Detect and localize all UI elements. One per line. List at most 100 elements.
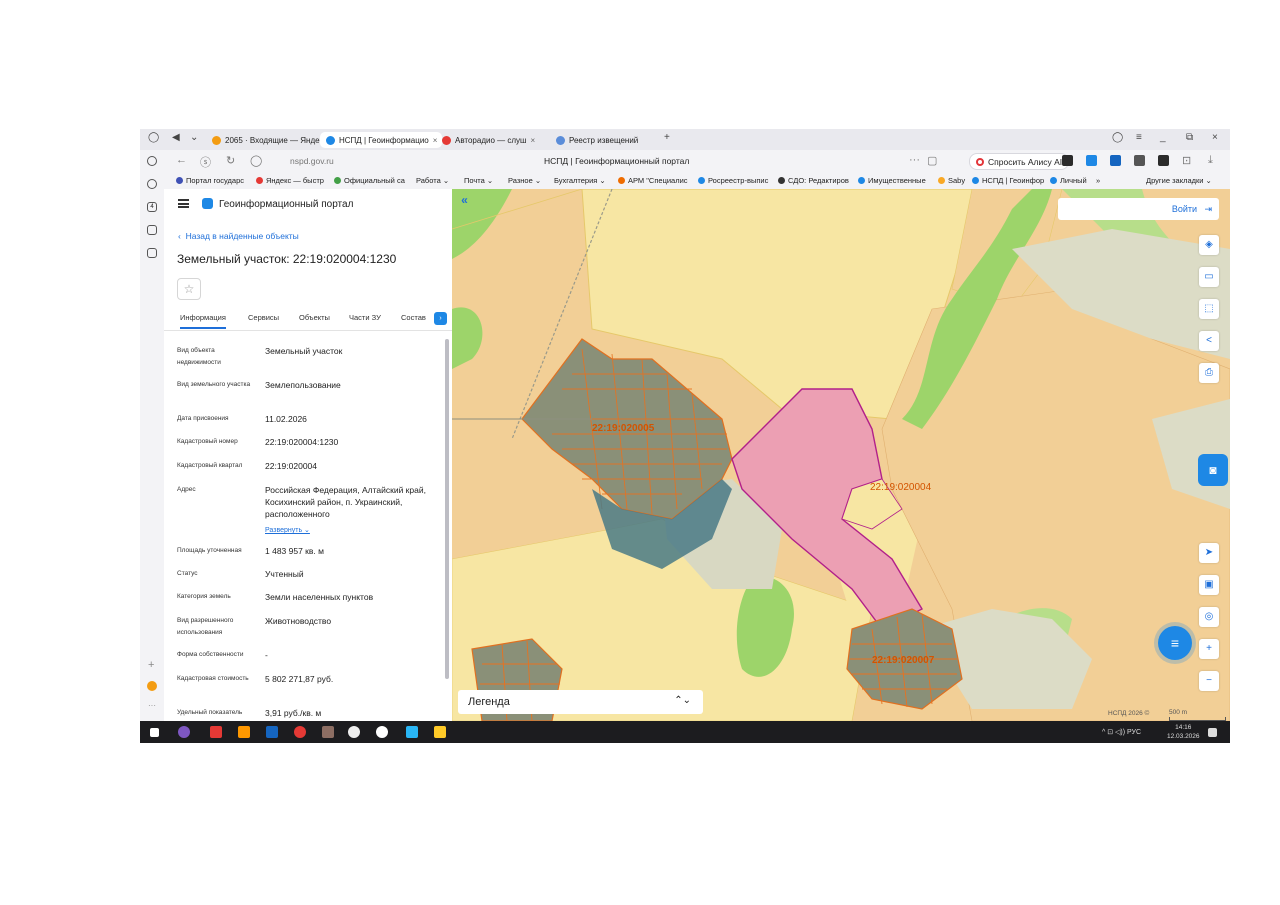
ask-alice-button[interactable]: Спросить Алису AI [969, 153, 1070, 170]
extension-icon[interactable] [1134, 155, 1145, 166]
bookmark-label: СДО: Редактиров [788, 176, 849, 185]
property-value: 5 802 271,87 руб. [265, 674, 334, 684]
tab-services[interactable]: Сервисы [248, 313, 279, 322]
extension-icon[interactable] [1110, 155, 1121, 166]
share-icon[interactable]: < [1199, 331, 1219, 351]
telegram-icon[interactable] [406, 726, 418, 738]
collapse-panel-icon[interactable]: « [456, 193, 473, 210]
bookmark-folder[interactable]: Разное ⌄ [508, 176, 541, 185]
word-icon[interactable] [266, 726, 278, 738]
map-view[interactable]: 22:19:020005 22:19:020004 22:19:020007 «… [452, 189, 1230, 721]
bookmark-item[interactable]: Личный [1050, 176, 1087, 185]
bookmark-icon [334, 177, 341, 184]
bookmark-item[interactable]: СДО: Редактиров [778, 176, 849, 185]
tab-information[interactable]: Информация [180, 313, 226, 329]
app-icon[interactable] [322, 726, 334, 738]
scale-label: 500 m [1169, 709, 1188, 716]
zoom-out-button[interactable]: − [1199, 671, 1219, 691]
mail-icon[interactable] [147, 681, 157, 691]
legend-panel[interactable]: Легенда ⌃⌄ [458, 690, 703, 714]
select-area-icon[interactable]: ⬚ [1199, 299, 1219, 319]
url-field[interactable]: nspd.gov.ru [290, 156, 334, 166]
notes-icon[interactable] [147, 248, 157, 258]
tab-avtoradio[interactable]: Авторадио — слуш × [436, 132, 556, 148]
tabs-next-button[interactable]: › [434, 312, 447, 325]
registry-icon [556, 135, 565, 145]
map-canvas[interactable]: 22:19:020005 22:19:020004 22:19:020007 [452, 189, 1230, 721]
back-to-results-link[interactable]: ‹ Назад в найденные объекты [178, 231, 299, 241]
app-icon[interactable] [434, 726, 446, 738]
bookmark-item[interactable]: НСПД | Геоинфор [972, 176, 1044, 185]
tablet-icon[interactable]: ⊡ [1182, 154, 1191, 167]
app-icon[interactable] [210, 726, 222, 738]
tab-objects[interactable]: Объекты [299, 313, 330, 322]
menu-icon[interactable]: ≡ [1136, 132, 1142, 143]
app-icon[interactable] [376, 726, 388, 738]
layers-icon[interactable]: ◈ [1199, 235, 1219, 255]
location-pin-icon[interactable]: ◎ [1199, 607, 1219, 627]
new-tab-button[interactable]: + [664, 132, 670, 143]
expand-address-link[interactable]: Развернуть ⌄ [265, 526, 310, 534]
sound-icon[interactable]: ◀ [172, 132, 180, 143]
yandex-icon[interactable] [294, 726, 306, 738]
close-icon[interactable]: × [530, 136, 535, 145]
minimize-icon[interactable]: _ [1160, 132, 1166, 143]
collections-icon[interactable]: 4 [147, 202, 157, 212]
bookmark-item[interactable]: Официальный са [334, 176, 405, 185]
restore-icon[interactable]: ⧉ [1186, 132, 1193, 143]
tabs-menu-icon[interactable]: ⌄ [190, 132, 198, 143]
bookmark-folder[interactable]: Работа ⌄ [416, 176, 449, 185]
add-icon[interactable]: + [148, 659, 154, 671]
start-icon[interactable] [150, 728, 159, 737]
bookmark-folder[interactable]: Почта ⌄ [464, 176, 493, 185]
bookmark-item[interactable]: Saby [938, 176, 965, 185]
minimap-icon[interactable]: ▣ [1199, 575, 1219, 595]
bookmark-item[interactable]: Портал государс [176, 176, 244, 185]
system-tray[interactable]: ^ ⊡ ◁)) РУС [1102, 728, 1141, 736]
profile-icon[interactable]: ◯ [148, 132, 159, 143]
app-icon[interactable] [178, 726, 190, 738]
tab-mail[interactable]: 2065 · Входящие — Яндекс [206, 132, 326, 148]
downloads-icon[interactable] [147, 179, 157, 189]
more-icon[interactable]: ··· [148, 701, 156, 710]
close-window-icon[interactable]: × [1212, 132, 1218, 143]
back-icon[interactable]: ← [176, 154, 187, 166]
login-button[interactable]: Войти ⇥ [1058, 198, 1219, 220]
yandex-browser-icon[interactable] [348, 726, 360, 738]
chat-icon[interactable]: ◙ [1198, 454, 1228, 486]
zoom-in-button[interactable]: + [1199, 639, 1219, 659]
extension-icon[interactable] [1158, 155, 1169, 166]
panel-scrollbar[interactable] [445, 339, 449, 679]
feedback-icon[interactable]: ≡ [1158, 626, 1192, 660]
yandex-icon[interactable]: ⓢ [200, 154, 211, 170]
bookmark-item[interactable]: АРМ "Специалис [618, 176, 688, 185]
bookmark-item[interactable]: Яндекс — быстр [256, 176, 324, 185]
geolocation-icon[interactable]: ➤ [1199, 543, 1219, 563]
app-icon[interactable] [238, 726, 250, 738]
history-icon[interactable] [147, 156, 157, 166]
bookmark-icon[interactable]: ▢ [927, 154, 937, 167]
tab-composition[interactable]: Состав [401, 313, 426, 322]
bookmark-item[interactable]: Росреестр-выпис [698, 176, 768, 185]
notifications-icon[interactable] [1208, 728, 1217, 737]
screenshot-icon[interactable] [147, 225, 157, 235]
download-icon[interactable]: ⤓ [1208, 154, 1213, 167]
print-icon[interactable]: ⎙ [1199, 363, 1219, 383]
extension-icon[interactable] [1062, 155, 1073, 166]
account-icon[interactable]: ◯ [1112, 132, 1123, 143]
extension-icon[interactable] [1086, 155, 1097, 166]
tab-registry[interactable]: Реестр извещений [550, 132, 662, 148]
bookmark-folder[interactable]: Бухгалтерия ⌄ [554, 176, 606, 185]
hamburger-icon[interactable] [178, 199, 189, 208]
more-icon[interactable]: ··· [909, 154, 920, 166]
ruler-icon[interactable]: ▭ [1199, 267, 1219, 287]
favorite-star-icon[interactable]: ☆ [177, 278, 201, 300]
tab-parts[interactable]: Части ЗУ [349, 313, 381, 322]
reload-icon[interactable]: ↻ [226, 154, 235, 167]
clock[interactable]: 14:16 12.03.2026 [1167, 723, 1200, 741]
other-bookmarks-folder[interactable]: Другие закладки ⌄ [1146, 176, 1212, 185]
tab-nspd[interactable]: НСПД | Геоинформацио × [320, 132, 442, 148]
bookmark-item[interactable]: Имущественные [858, 176, 926, 185]
more-bookmarks-button[interactable]: » [1096, 176, 1100, 185]
bookmark-label: Личный [1060, 176, 1087, 185]
